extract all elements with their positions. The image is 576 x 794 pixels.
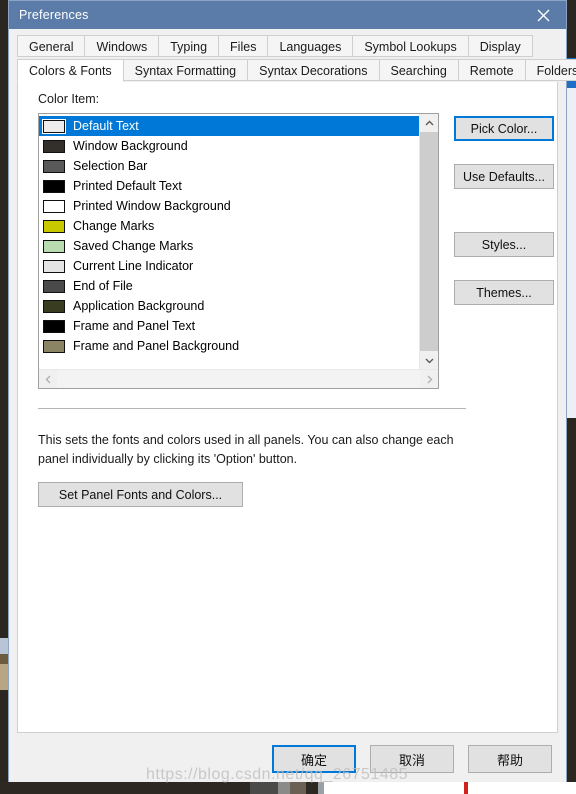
horizontal-scroll-track[interactable] — [57, 370, 420, 388]
listbox-body: Default Text Window Background Selection B… — [39, 114, 438, 369]
list-item[interactable]: Frame and Panel Background — [39, 336, 419, 356]
panel-description: This sets the fonts and colors used in a… — [38, 433, 454, 466]
listbox-vertical-scrollbar[interactable] — [419, 114, 438, 369]
list-item[interactable]: Printed Window Background — [39, 196, 419, 216]
list-item-label: Saved Change Marks — [73, 239, 194, 253]
taskbar-segment — [324, 782, 464, 794]
taskbar-segment — [0, 782, 250, 794]
list-item[interactable]: Saved Change Marks — [39, 236, 419, 256]
color-swatch — [43, 299, 65, 313]
tab-row-2: Colors & Fonts Syntax Formatting Syntax … — [17, 59, 576, 82]
background-taskbar-strip — [0, 782, 576, 794]
scroll-up-icon[interactable] — [420, 114, 438, 132]
list-item-label: Printed Default Text — [73, 179, 182, 193]
themes-button[interactable]: Themes... — [454, 280, 554, 305]
vertical-scroll-track[interactable] — [420, 132, 438, 351]
colors-and-fonts-panel: Color Item: Default Text Window Backgroun… — [17, 82, 558, 733]
list-item[interactable]: End of File — [39, 276, 419, 296]
taskbar-segment — [278, 782, 290, 794]
cancel-button[interactable]: 取消 — [370, 745, 454, 773]
list-item[interactable]: Frame and Panel Text — [39, 316, 419, 336]
tab-symbol-lookups[interactable]: Symbol Lookups — [352, 35, 469, 57]
styles-button[interactable]: Styles... — [454, 232, 554, 257]
list-item[interactable]: Current Line Indicator — [39, 256, 419, 276]
list-item[interactable]: Change Marks — [39, 216, 419, 236]
listbox-items: Default Text Window Background Selection B… — [39, 114, 419, 369]
tab-display[interactable]: Display — [467, 35, 533, 57]
list-item[interactable]: Default Text — [39, 116, 419, 136]
preferences-dialog: Preferences General Windows Typing Files… — [8, 0, 576, 786]
set-panel-fonts-and-colors-button[interactable]: Set Panel Fonts and Colors... — [38, 482, 243, 507]
ok-button[interactable]: 确定 — [272, 745, 356, 773]
help-button[interactable]: 帮助 — [468, 745, 552, 773]
tab-syntax-formatting[interactable]: Syntax Formatting — [122, 59, 249, 81]
tab-windows[interactable]: Windows — [84, 35, 160, 57]
list-item-label: Default Text — [73, 119, 139, 133]
color-swatch — [43, 319, 65, 333]
tab-typing[interactable]: Typing — [158, 35, 220, 57]
tab-folders[interactable]: Folders — [524, 59, 576, 81]
list-item-label: Current Line Indicator — [73, 259, 194, 273]
list-item-label: Window Background — [73, 139, 188, 153]
color-swatch — [43, 179, 65, 193]
taskbar-segment — [306, 782, 318, 794]
taskbar-segment — [250, 782, 278, 794]
color-item-label: Color Item: — [38, 92, 100, 106]
list-item-label: Application Background — [73, 299, 205, 313]
tab-remote[interactable]: Remote — [457, 59, 526, 81]
scroll-left-icon[interactable] — [39, 370, 57, 388]
list-item-label: Frame and Panel Background — [73, 339, 240, 353]
taskbar-segment — [474, 782, 576, 794]
tab-files[interactable]: Files — [218, 35, 269, 57]
tab-general[interactable]: General — [17, 35, 86, 57]
color-swatch — [43, 339, 65, 353]
list-item-label: End of File — [73, 279, 133, 293]
color-swatch — [43, 139, 65, 153]
pick-color-button[interactable]: Pick Color... — [454, 116, 554, 141]
background-window-fragment-right-pale — [566, 88, 576, 418]
use-defaults-button[interactable]: Use Defaults... — [454, 164, 554, 189]
taskbar-segment — [290, 782, 306, 794]
list-item-label: Selection Bar — [73, 159, 148, 173]
scroll-right-icon[interactable] — [420, 370, 438, 388]
color-swatch — [43, 259, 65, 273]
list-item[interactable]: Selection Bar — [39, 156, 419, 176]
tab-searching[interactable]: Searching — [378, 59, 459, 81]
tab-colors-and-fonts[interactable]: Colors & Fonts — [17, 59, 124, 82]
dialog-footer: 确定 取消 帮助 — [9, 733, 566, 785]
listbox-horizontal-scrollbar[interactable] — [39, 369, 438, 388]
color-swatch — [43, 279, 65, 293]
close-icon[interactable] — [521, 1, 566, 29]
tab-languages[interactable]: Languages — [267, 35, 354, 57]
tab-row-1: General Windows Typing Files Languages S… — [17, 35, 558, 58]
list-item-label: Change Marks — [73, 219, 155, 233]
color-swatch — [42, 118, 66, 134]
separator — [38, 408, 466, 409]
list-item-label: Frame and Panel Text — [73, 319, 196, 333]
list-item[interactable]: Window Background — [39, 136, 419, 156]
list-item[interactable]: Application Background — [39, 296, 419, 316]
list-item[interactable]: Printed Default Text — [39, 176, 419, 196]
list-item-label: Printed Window Background — [73, 199, 231, 213]
tab-syntax-decorations[interactable]: Syntax Decorations — [247, 59, 380, 81]
scroll-down-icon[interactable] — [420, 351, 438, 369]
tab-strip: General Windows Typing Files Languages S… — [9, 29, 576, 82]
window-title: Preferences — [19, 8, 89, 22]
title-bar: Preferences — [9, 1, 566, 29]
color-item-listbox[interactable]: Default Text Window Background Selection B… — [38, 113, 439, 389]
color-swatch — [43, 159, 65, 173]
color-swatch — [43, 219, 65, 233]
color-swatch — [43, 199, 65, 213]
color-swatch — [43, 239, 65, 253]
